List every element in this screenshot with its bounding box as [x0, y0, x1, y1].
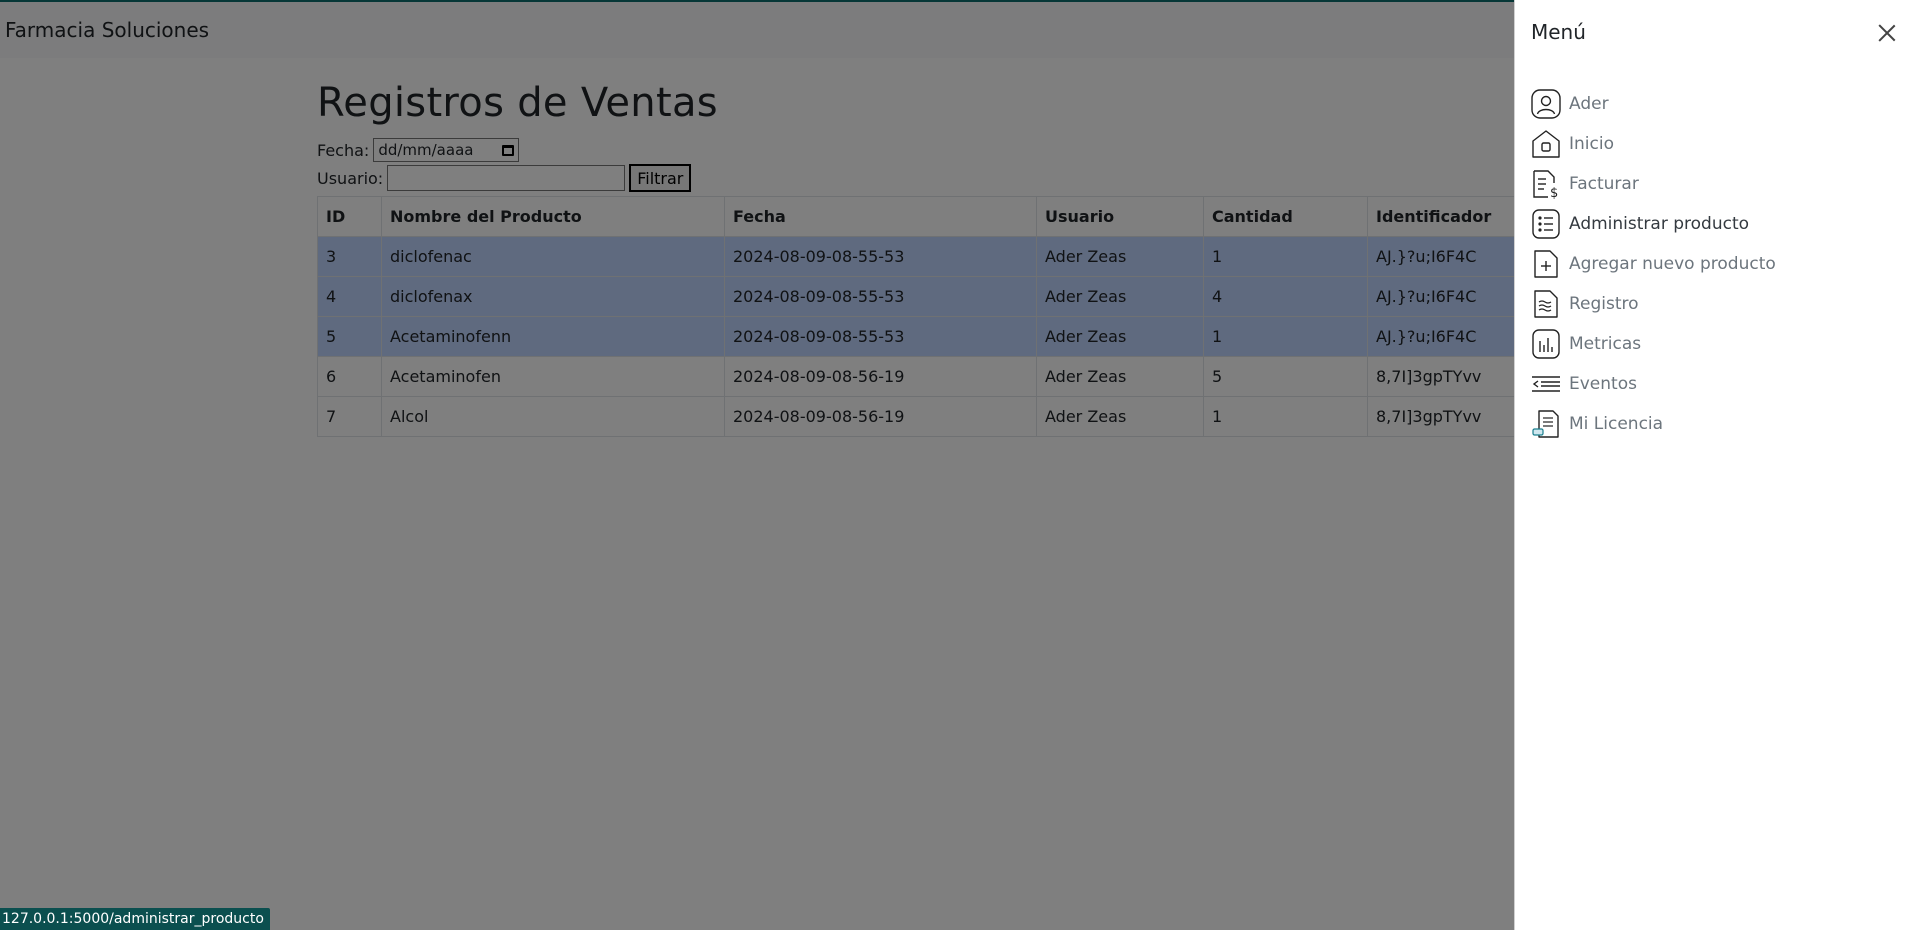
- menu-item-agregar-nuevo-producto[interactable]: Agregar nuevo producto: [1531, 244, 1776, 284]
- bar-chart-icon: [1532, 329, 1560, 359]
- home-icon: [1532, 130, 1560, 158]
- menu-list: Ader Inicio $ Facturar Administrar produ…: [1531, 84, 1776, 444]
- menu-item-ader[interactable]: Ader: [1531, 84, 1776, 124]
- menu-item-label: Inicio: [1569, 134, 1614, 154]
- file-text-icon: [1534, 290, 1558, 318]
- user-icon: [1531, 89, 1561, 119]
- offcanvas-menu: Menú Ader Inicio $ Facturar Administrar …: [1514, 0, 1910, 930]
- file-plus-icon: [1534, 250, 1558, 278]
- menu-item-administrar-producto[interactable]: Administrar producto: [1531, 204, 1776, 244]
- menu-item-label: Administrar producto: [1569, 214, 1750, 234]
- menu-item-metricas[interactable]: Metricas: [1531, 324, 1776, 364]
- invoice-dollar-icon: $: [1533, 170, 1558, 199]
- list-icon: [1532, 209, 1560, 239]
- menu-item-label: Metricas: [1569, 334, 1642, 354]
- svg-text:$: $: [1550, 186, 1558, 199]
- status-bar-url: 127.0.0.1:5000/administrar_producto: [0, 908, 270, 930]
- menu-item-mi-licencia[interactable]: Mi Licencia: [1531, 404, 1776, 444]
- menu-item-facturar[interactable]: $ Facturar: [1531, 164, 1776, 204]
- license-icon: [1532, 410, 1559, 438]
- page: Farmacia Soluciones Registros de Ventas …: [0, 0, 1910, 930]
- events-list-icon: [1532, 376, 1560, 392]
- menu-item-label: Registro: [1569, 294, 1639, 314]
- menu-item-label: Mi Licencia: [1569, 414, 1664, 434]
- menu-item-eventos[interactable]: Eventos: [1531, 364, 1776, 404]
- menu-item-label: Ader: [1569, 94, 1609, 114]
- menu-item-inicio[interactable]: Inicio: [1531, 124, 1776, 164]
- menu-item-registro[interactable]: Registro: [1531, 284, 1776, 324]
- menu-item-label: Agregar nuevo producto: [1569, 254, 1776, 274]
- close-icon[interactable]: [1876, 22, 1898, 44]
- menu-item-label: Eventos: [1569, 374, 1637, 394]
- offcanvas-title: Menú: [1531, 20, 1586, 44]
- menu-item-label: Facturar: [1569, 174, 1639, 194]
